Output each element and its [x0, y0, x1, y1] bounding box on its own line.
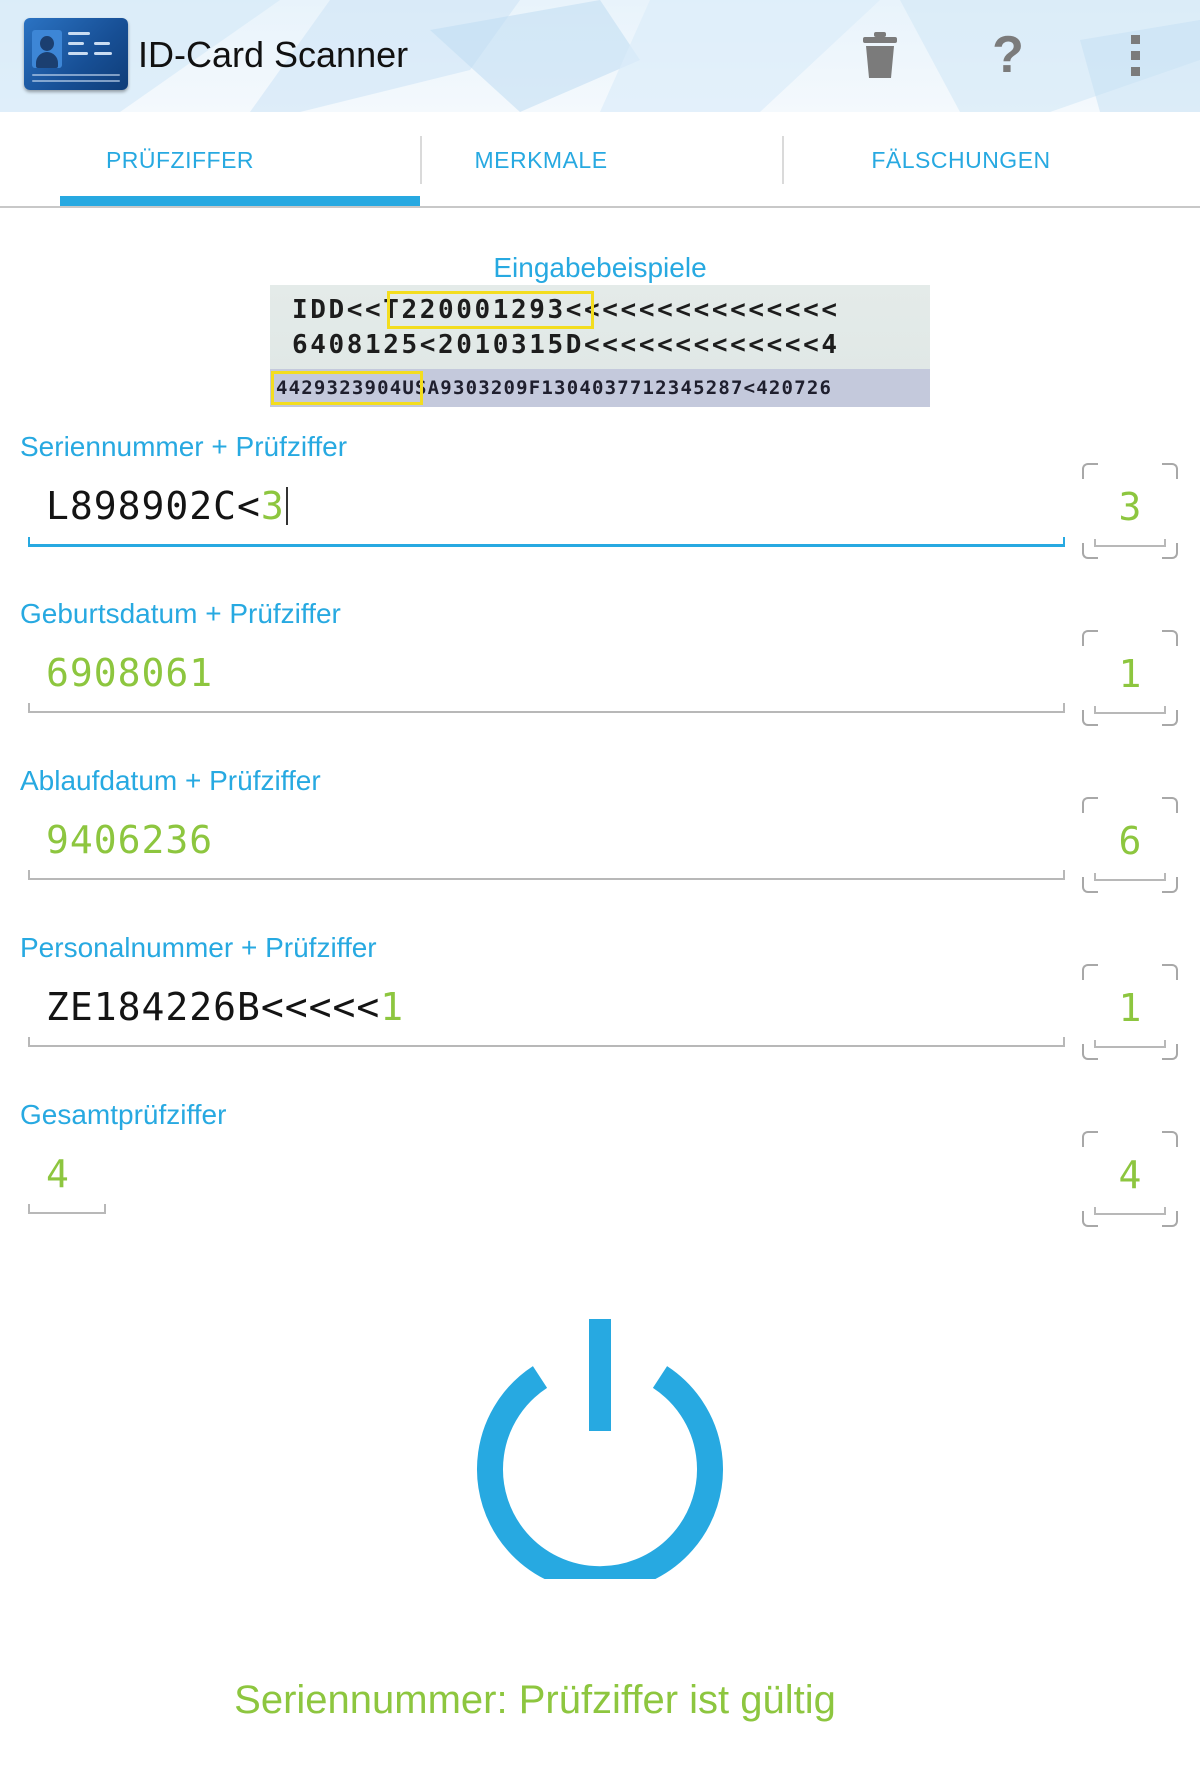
total-check-digit-label: Gesamtprüfziffer	[20, 1099, 227, 1130]
personal-number-check-digit: 1	[380, 985, 405, 1029]
expiry-date-underline	[28, 870, 1065, 880]
birth-date-underline	[28, 703, 1065, 713]
personal-number-computed-digit: 1	[1118, 986, 1142, 1030]
delete-button[interactable]	[860, 30, 900, 80]
expiry-date-input[interactable]: 9406236	[46, 818, 213, 862]
total-check-digit-computed-digit: 4	[1118, 1153, 1142, 1197]
serial-number-input[interactable]: L898902C<3	[46, 484, 288, 528]
tab-merkmale[interactable]: MERKMALE	[360, 112, 722, 208]
app-logo-icon	[24, 18, 128, 90]
tab-bar: PRÜFZIFFER MERKMALE FÄLSCHUNGEN	[0, 112, 1200, 208]
tab-divider	[420, 136, 422, 184]
action-bar: ID-Card Scanner ?	[0, 0, 1200, 112]
personal-number-underline	[28, 1037, 1065, 1047]
serial-number-check-digit: 3	[260, 484, 285, 528]
birth-date-check-digit: 1	[189, 651, 214, 695]
expiry-date-value: 940623	[46, 818, 190, 862]
example-title: Eingabebeispiele	[493, 252, 707, 283]
power-button[interactable]	[468, 1315, 732, 1593]
expiry-date-computed-digit: 6	[1118, 819, 1142, 863]
serial-number-computed-digit: 3	[1118, 485, 1142, 529]
tab-divider	[782, 136, 784, 184]
expiry-date-computed-box: 6	[1082, 797, 1178, 893]
personal-number-computed-box: 1	[1082, 964, 1178, 1060]
example-highlight-serial-alt	[271, 371, 423, 405]
birth-date-value: 690806	[46, 651, 190, 695]
personal-number-value: ZE184226B<<<<<	[46, 985, 381, 1029]
validation-status-text: Seriennummer: Prüfziffer ist gültig	[234, 1678, 836, 1722]
personal-number-label: Personalnummer + Prüfziffer	[20, 932, 377, 963]
serial-number-label: Seriennummer + Prüfziffer	[20, 431, 348, 462]
example-line-2: 6408125<2010315D<<<<<<<<<<<<<4	[292, 330, 840, 360]
trash-icon	[863, 32, 897, 78]
example-mrz-image: IDD<<T220001293<<<<<<<<<<<<<<< 6408125<2…	[270, 285, 930, 407]
expiry-date-check-digit: 6	[189, 818, 214, 862]
total-check-digit-value: 4	[46, 1152, 70, 1196]
total-check-digit-computed-box: 4	[1082, 1131, 1178, 1227]
personal-number-input[interactable]: ZE184226B<<<<<1	[46, 985, 404, 1029]
app-title: ID-Card Scanner	[138, 34, 409, 75]
overflow-menu-icon	[1130, 34, 1140, 44]
birth-date-computed-digit: 1	[1118, 652, 1142, 696]
help-button[interactable]: ?	[988, 29, 1028, 81]
birth-date-computed-box: 1	[1082, 630, 1178, 726]
total-check-digit-input[interactable]: 4	[46, 1152, 70, 1196]
expiry-date-label: Ablaufdatum + Prüfziffer	[20, 765, 321, 796]
birth-date-input[interactable]: 6908061	[46, 651, 213, 695]
tab-selected-indicator	[60, 196, 420, 206]
serial-number-computed-box: 3	[1082, 463, 1178, 559]
example-highlight-serial	[387, 291, 594, 329]
tab-faelschungen[interactable]: FÄLSCHUNGEN	[722, 112, 1200, 208]
power-icon	[477, 1319, 723, 1593]
birth-date-label: Geburtsdatum + Prüfziffer	[20, 598, 341, 629]
text-cursor	[285, 487, 288, 525]
serial-number-value: L898902C<	[46, 484, 261, 528]
serial-number-underline	[28, 537, 1065, 547]
overflow-menu-button[interactable]	[1120, 30, 1150, 80]
tab-pruefziffer[interactable]: PRÜFZIFFER	[0, 112, 360, 208]
total-check-digit-underline	[28, 1204, 106, 1214]
